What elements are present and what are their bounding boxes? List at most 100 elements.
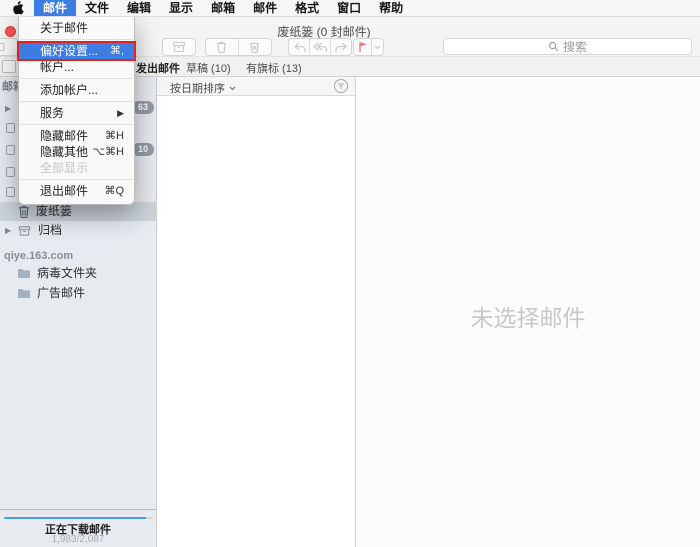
- compose-icon: [0, 42, 5, 52]
- folder-icon: [17, 268, 31, 279]
- filter-button[interactable]: [334, 79, 348, 93]
- menu-item-label: 添加帐户...: [40, 82, 98, 98]
- sort-label: 按日期排序: [170, 80, 225, 96]
- apple-icon: [12, 1, 24, 15]
- no-message-selected-text: 未选择邮件: [356, 299, 700, 333]
- disclosure-triangle-inbox[interactable]: ▶: [5, 104, 11, 113]
- menu-item-show-all: 全部显示: [19, 160, 134, 176]
- trash-icon: [18, 205, 30, 218]
- reply-all-button[interactable]: [310, 39, 331, 55]
- message-list-header: 按日期排序: [157, 77, 355, 96]
- submenu-arrow-icon: ▶: [117, 105, 124, 121]
- activity-progress-count: 1,983/2,087: [0, 534, 156, 545]
- flag-icon: [358, 41, 368, 53]
- flag-button[interactable]: [354, 39, 372, 55]
- menu-separator: [20, 124, 133, 125]
- chevron-down-icon: [229, 86, 236, 91]
- menu-item-about-mail[interactable]: 关于邮件: [19, 20, 134, 36]
- folder-icon: [17, 288, 31, 299]
- menubar-item-file[interactable]: 文件: [76, 0, 118, 16]
- menu-separator: [20, 179, 133, 180]
- flag-menu-button[interactable]: [372, 39, 383, 55]
- reply-group: [288, 38, 352, 56]
- menubar-item-format[interactable]: 格式: [286, 0, 328, 16]
- menu-separator: [20, 101, 133, 102]
- menubar-item-window[interactable]: 窗口: [328, 0, 370, 16]
- menubar-item-mailbox[interactable]: 邮箱: [202, 0, 244, 16]
- archive-icon: [18, 225, 31, 237]
- message-view-pane: 未选择邮件: [356, 77, 700, 547]
- delete-junk-group: [205, 38, 272, 56]
- apple-menu[interactable]: [0, 0, 34, 16]
- sidebar-item-archive[interactable]: ▶ 归档: [0, 221, 157, 240]
- compose-button-partial[interactable]: [0, 38, 18, 56]
- sidebar-item-virus-folder[interactable]: 病毒文件夹: [0, 264, 157, 283]
- forward-button[interactable]: [331, 39, 351, 55]
- junk-icon: [249, 41, 260, 53]
- inbox-count-badge: 63: [132, 101, 154, 114]
- reply-icon: [293, 42, 306, 53]
- flag-group: [353, 38, 384, 56]
- menu-item-hide-mail[interactable]: 隐藏邮件 ⌘H: [19, 128, 134, 144]
- download-progress-bar: [4, 517, 153, 519]
- menu-item-preferences[interactable]: 偏好设置... ⌘,: [19, 43, 134, 59]
- menu-item-label: 隐藏其他: [40, 144, 88, 160]
- sidebar-item-label: 广告邮件: [37, 284, 85, 303]
- menubar-item-mail[interactable]: 邮件: [34, 0, 76, 16]
- menu-item-label: 隐藏邮件: [40, 128, 88, 144]
- sidebar-item-ad-mail[interactable]: 广告邮件: [0, 284, 157, 303]
- menu-item-label: 退出邮件: [40, 183, 88, 199]
- search-icon: [548, 41, 559, 52]
- archive-icon: [172, 41, 186, 53]
- archive-button[interactable]: [162, 38, 196, 56]
- menubar-item-view[interactable]: 显示: [160, 0, 202, 16]
- download-progress-fill: [4, 517, 146, 519]
- menubar-item-message[interactable]: 邮件: [244, 0, 286, 16]
- filter-funnel-icon: [337, 83, 345, 90]
- reply-all-icon: [313, 42, 327, 53]
- menu-item-hide-others[interactable]: 隐藏其他 ⌥⌘H: [19, 144, 134, 160]
- forward-icon: [335, 42, 348, 53]
- menu-shortcut: ⌘Q: [104, 183, 124, 199]
- disclosure-triangle-icon[interactable]: ▶: [5, 226, 11, 235]
- menu-separator: [20, 78, 133, 79]
- menu-item-add-account[interactable]: 添加帐户...: [19, 82, 134, 98]
- delete-button[interactable]: [206, 39, 239, 55]
- menubar-item-edit[interactable]: 编辑: [118, 0, 160, 16]
- menu-item-label: 全部显示: [40, 160, 88, 176]
- menu-shortcut: ⌘,: [110, 43, 124, 59]
- sidebar-icon-partial: [6, 145, 15, 155]
- search-input[interactable]: 搜索: [443, 38, 692, 55]
- favorite-flagged[interactable]: 有旗标 (13): [246, 60, 302, 76]
- favorite-sent[interactable]: 发出邮件: [136, 60, 180, 76]
- sidebar-icon-partial: [6, 167, 15, 177]
- sidebar-item-label: 病毒文件夹: [37, 264, 97, 283]
- menubar-item-help[interactable]: 帮助: [370, 0, 412, 16]
- menu-item-label: 帐户...: [40, 59, 74, 75]
- menu-separator: [20, 39, 133, 40]
- trash-icon: [216, 41, 227, 53]
- menu-bar: 邮件 文件 编辑 显示 邮箱 邮件 格式 窗口 帮助: [0, 0, 700, 17]
- close-window-button[interactable]: [5, 26, 16, 37]
- favorite-drafts[interactable]: 草稿 (10): [186, 60, 231, 76]
- menu-item-accounts[interactable]: 帐户...: [19, 59, 134, 75]
- sidebar-icon-partial: [6, 187, 15, 197]
- activity-status-area: 正在下载邮件 1,983/2,087: [0, 509, 156, 547]
- menu-item-label: 关于邮件: [40, 20, 88, 36]
- menu-item-quit-mail[interactable]: 退出邮件 ⌘Q: [19, 183, 134, 199]
- menu-item-label: 偏好设置...: [40, 43, 98, 59]
- menu-item-services[interactable]: 服务 ▶: [19, 105, 134, 121]
- menu-item-label: 服务: [40, 105, 64, 121]
- sort-by-date-button[interactable]: 按日期排序: [170, 80, 236, 96]
- sidebar-item-label: 归档: [38, 221, 62, 240]
- mail-app-menu: 关于邮件 偏好设置... ⌘, 帐户... 添加帐户... 服务 ▶ 隐藏邮件 …: [18, 16, 135, 205]
- mailbox-list-toggle-partial[interactable]: [2, 60, 16, 73]
- junk-button[interactable]: [239, 39, 272, 55]
- message-list-pane: 按日期排序: [157, 77, 356, 547]
- reply-button[interactable]: [289, 39, 310, 55]
- search-placeholder: 搜索: [563, 38, 587, 55]
- chevron-down-icon: [374, 45, 381, 50]
- menu-shortcut: ⌥⌘H: [92, 144, 124, 160]
- sidebar-section-account: qiye.163.com: [4, 250, 73, 262]
- sidebar-icon-partial: [6, 123, 15, 133]
